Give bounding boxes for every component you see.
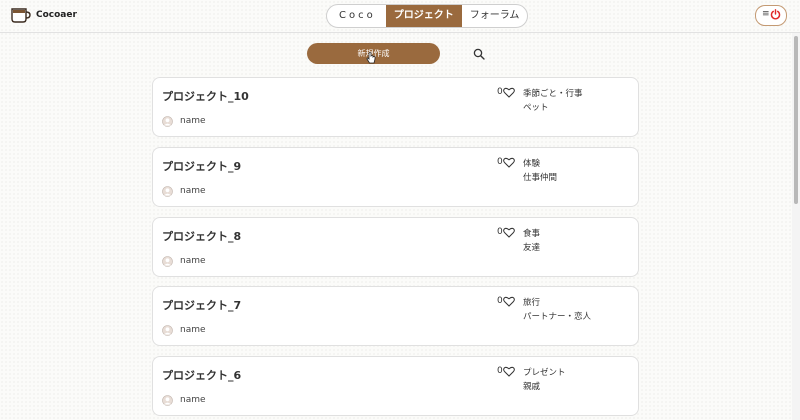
cup-logo-icon[interactable] xyxy=(10,6,32,24)
tag: 旅行 xyxy=(523,298,541,308)
project-title[interactable]: プロジェクト_8 xyxy=(162,228,241,244)
avatar-icon xyxy=(162,395,173,406)
tab-forum[interactable]: フォーラム xyxy=(462,5,528,27)
project-card[interactable]: プロジェクト_7 name 0 旅行 パートナー・恋人 xyxy=(152,286,639,346)
tab-projects[interactable]: プロジェクト xyxy=(385,5,462,27)
hamburger-icon: ≡ xyxy=(762,9,770,19)
like-count: 0 xyxy=(497,366,503,376)
tag-list: 食事 友達 xyxy=(523,227,540,255)
heart-icon[interactable] xyxy=(503,87,515,98)
tag: 季節ごと・行事 xyxy=(523,89,583,99)
author-name: name xyxy=(180,186,206,196)
tag: プレゼント xyxy=(523,368,566,378)
author-name: name xyxy=(180,395,206,405)
avatar-icon xyxy=(162,325,173,336)
scrollbar-thumb[interactable] xyxy=(794,36,798,204)
tag-list: 旅行 パートナー・恋人 xyxy=(523,296,591,324)
project-card[interactable]: プロジェクト_9 name 0 体験 仕事仲間 xyxy=(152,147,639,207)
header-divider xyxy=(0,32,800,33)
tag: 友達 xyxy=(523,243,541,253)
author-name: name xyxy=(180,325,206,335)
tag: 体験 xyxy=(523,159,541,169)
account-menu-button[interactable]: ≡ xyxy=(755,5,787,26)
tab-coco[interactable]: Coco xyxy=(327,5,386,27)
project-title[interactable]: プロジェクト_7 xyxy=(162,297,241,313)
project-card[interactable]: プロジェクト_10 name 0 季節ごと・行事 ペット xyxy=(152,77,639,137)
main-nav: Coco プロジェクト フォーラム xyxy=(326,4,529,28)
heart-icon[interactable] xyxy=(503,366,515,377)
avatar-icon xyxy=(162,186,173,197)
author-name: name xyxy=(180,256,206,266)
tag: 仕事仲間 xyxy=(523,173,558,183)
project-card[interactable]: プロジェクト_6 name 0 プレゼント 親戚 xyxy=(152,356,639,416)
tag-list: プレゼント 親戚 xyxy=(523,366,566,394)
top-bar: Cocoaer Coco プロジェクト フォーラム ≡ xyxy=(0,0,800,32)
heart-icon[interactable] xyxy=(503,157,515,168)
brand-name[interactable]: Cocoaer xyxy=(36,10,77,20)
author-name: name xyxy=(180,116,206,126)
project-title[interactable]: プロジェクト_10 xyxy=(162,88,249,104)
tag-list: 季節ごと・行事 ペット xyxy=(523,87,583,115)
tag-list: 体験 仕事仲間 xyxy=(523,157,557,185)
like-count: 0 xyxy=(497,227,503,237)
like-count: 0 xyxy=(497,296,503,306)
project-card[interactable]: プロジェクト_8 name 0 食事 友達 xyxy=(152,217,639,277)
search-icon[interactable] xyxy=(473,48,485,60)
tag: 食事 xyxy=(523,229,541,239)
project-title[interactable]: プロジェクト_9 xyxy=(162,158,241,174)
heart-icon[interactable] xyxy=(503,296,515,307)
tag: パートナー・恋人 xyxy=(523,312,592,322)
tag: ペット xyxy=(523,103,549,113)
mouse-pointer-icon xyxy=(366,52,376,64)
power-icon xyxy=(770,9,781,20)
like-count: 0 xyxy=(497,87,503,97)
tag: 親戚 xyxy=(523,382,541,392)
project-title[interactable]: プロジェクト_6 xyxy=(162,367,241,383)
heart-icon[interactable] xyxy=(503,227,515,238)
like-count: 0 xyxy=(497,157,503,167)
avatar-icon xyxy=(162,256,173,267)
avatar-icon xyxy=(162,116,173,127)
